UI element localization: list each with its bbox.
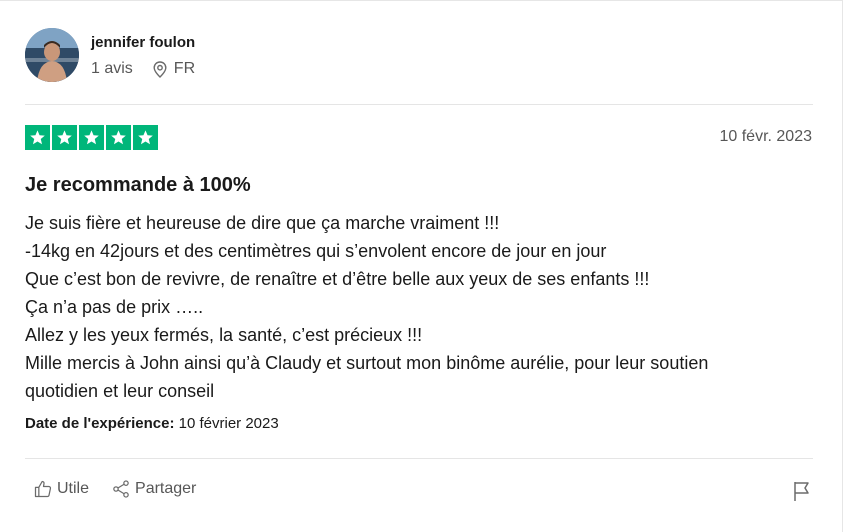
review-body: Je suis fière et heureuse de dire que ça… <box>25 209 815 405</box>
review-date: 10 févr. 2023 <box>719 128 812 145</box>
experience-date: Date de l'expérience: 10 février 2023 <box>25 415 279 432</box>
divider <box>25 458 813 459</box>
thumbs-up-icon <box>34 480 52 498</box>
review-title[interactable]: Je recommande à 100% <box>25 174 251 197</box>
share-icon <box>113 480 129 498</box>
reviewer-meta: jennifer foulon 1 avis FR <box>91 34 195 78</box>
reviewer-country: FR <box>153 60 195 78</box>
review-line: -14kg en 42jours et des centimètres qui … <box>25 241 607 261</box>
star-icon <box>106 125 131 150</box>
star-rating <box>25 125 160 150</box>
country-code: FR <box>173 60 196 77</box>
location-pin-icon <box>153 60 167 78</box>
star-icon <box>25 125 50 150</box>
review-line: Que c’est bon de revivre, de renaître et… <box>25 269 650 289</box>
review-line: Je suis fière et heureuse de dire que ça… <box>25 213 500 233</box>
flag-icon <box>794 482 809 501</box>
reviewer-name[interactable]: jennifer foulon <box>91 34 195 52</box>
review-line: quotidien et leur conseil <box>25 381 215 401</box>
review-line: Mille mercis à John ainsi qu’à Claudy et… <box>25 353 709 373</box>
experience-date-label: Date de l'expérience: <box>25 415 175 432</box>
useful-label: Utile <box>57 480 90 497</box>
reviewer-header: jennifer foulon 1 avis FR <box>25 28 195 82</box>
review-line: Allez y les yeux fermés, la santé, c’est… <box>25 325 423 345</box>
useful-button[interactable]: Utile <box>33 479 89 499</box>
star-icon <box>133 125 158 150</box>
review-card: jennifer foulon 1 avis FR 10 févr. 2023 … <box>0 0 843 532</box>
review-count: 1 avis <box>91 60 133 77</box>
avatar[interactable] <box>25 28 79 82</box>
divider <box>25 104 813 105</box>
share-button[interactable]: Partager <box>111 479 196 499</box>
report-button[interactable] <box>792 480 812 507</box>
star-icon <box>79 125 104 150</box>
experience-date-value: 10 février 2023 <box>178 415 279 432</box>
share-label: Partager <box>135 480 197 497</box>
review-line: Ça n’a pas de prix ….. <box>25 297 204 317</box>
review-actions: Utile Partager <box>33 479 196 499</box>
star-icon <box>52 125 77 150</box>
reviewer-stats: 1 avis FR <box>91 60 195 78</box>
